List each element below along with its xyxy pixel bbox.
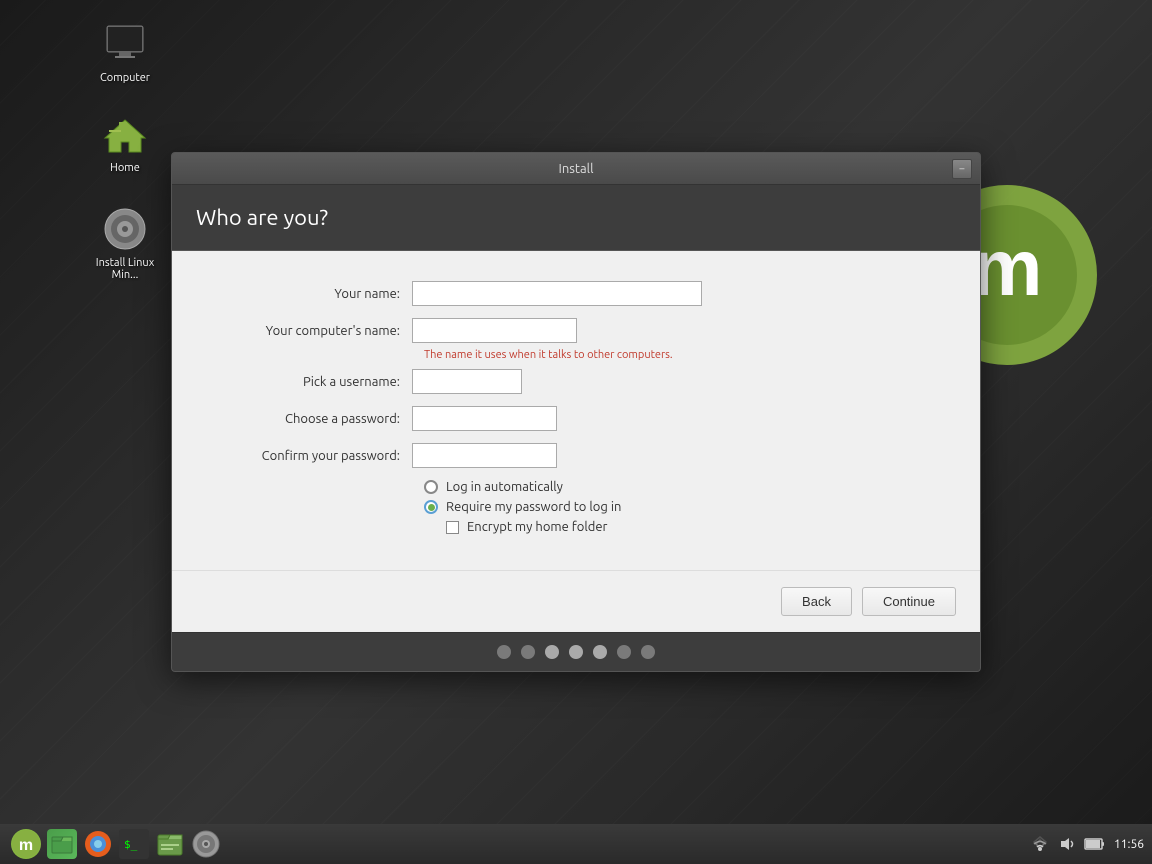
login-auto-radio[interactable] (424, 480, 438, 494)
username-row: Pick a username: (212, 369, 940, 394)
your-name-row: Your name: (212, 281, 940, 306)
login-auto-option[interactable]: Log in automatically (424, 480, 940, 494)
taskbar-firefox-button[interactable] (82, 828, 114, 860)
taskbar-mint-button[interactable]: m (10, 828, 42, 860)
taskbar-files-button[interactable] (46, 828, 78, 860)
progress-dot-5 (593, 645, 607, 659)
username-input[interactable] (412, 369, 522, 394)
dialog-overlay: Install − Who are you? Your name: Your c… (0, 0, 1152, 824)
dialog-header: Who are you? (172, 185, 980, 251)
taskbar-dvd-button[interactable] (190, 828, 222, 860)
svg-text:m: m (19, 837, 33, 854)
progress-bar (172, 632, 980, 671)
encrypt-checkbox[interactable] (446, 521, 459, 534)
dvd-icon (191, 829, 221, 859)
password-input[interactable] (412, 406, 557, 431)
require-password-option[interactable]: Require my password to log in (424, 500, 940, 514)
computer-name-label: Your computer's name: (212, 324, 412, 338)
progress-dot-4 (569, 645, 583, 659)
progress-dot-1 (497, 645, 511, 659)
dialog-title: Install (559, 162, 594, 176)
network-icon[interactable] (1030, 836, 1050, 852)
confirm-password-row: Confirm your password: (212, 443, 940, 468)
require-password-label: Require my password to log in (446, 500, 621, 514)
terminal-icon: $_ (119, 829, 149, 859)
taskbar: m (0, 824, 1152, 864)
confirm-label: Confirm your password: (212, 449, 412, 463)
close-button[interactable]: − (952, 159, 972, 179)
battery-icon[interactable] (1084, 837, 1106, 851)
computer-name-row: Your computer's name: (212, 318, 940, 343)
taskbar-nemo-button[interactable] (154, 828, 186, 860)
progress-dot-3 (545, 645, 559, 659)
encrypt-label: Encrypt my home folder (467, 520, 607, 534)
progress-dot-2 (521, 645, 535, 659)
require-password-radio[interactable] (424, 500, 438, 514)
back-button[interactable]: Back (781, 587, 852, 616)
dialog-content: Your name: Your computer's name: The nam… (172, 251, 980, 570)
progress-dot-7 (641, 645, 655, 659)
computer-name-input[interactable] (412, 318, 577, 343)
dialog-titlebar: Install − (172, 153, 980, 185)
page-title: Who are you? (196, 205, 956, 230)
system-time[interactable]: 11:56 (1114, 838, 1144, 851)
your-name-label: Your name: (212, 287, 412, 301)
install-dialog: Install − Who are you? Your name: Your c… (171, 152, 981, 672)
password-row: Choose a password: (212, 406, 940, 431)
encrypt-option[interactable]: Encrypt my home folder (446, 520, 940, 534)
progress-dot-6 (617, 645, 631, 659)
taskbar-terminal-button[interactable]: $_ (118, 828, 150, 860)
password-label: Choose a password: (212, 412, 412, 426)
svg-text:$_: $_ (124, 838, 138, 851)
computer-hint: The name it uses when it talks to other … (424, 349, 940, 361)
nemo-icon (155, 829, 185, 859)
sound-icon[interactable] (1058, 836, 1076, 852)
your-name-input[interactable] (412, 281, 702, 306)
files-icon (47, 829, 77, 859)
login-options: Log in automatically Require my password… (424, 480, 940, 534)
username-label: Pick a username: (212, 375, 412, 389)
taskbar-right-section: 11:56 (1030, 836, 1144, 852)
firefox-icon (83, 829, 113, 859)
continue-button[interactable]: Continue (862, 587, 956, 616)
login-auto-label: Log in automatically (446, 480, 563, 494)
mint-menu-icon: m (11, 829, 41, 859)
dialog-footer: Back Continue (172, 570, 980, 632)
clock-display: 11:56 (1114, 838, 1144, 851)
desktop: Computer Home Install Linux Min... (0, 0, 1152, 864)
confirm-password-input[interactable] (412, 443, 557, 468)
